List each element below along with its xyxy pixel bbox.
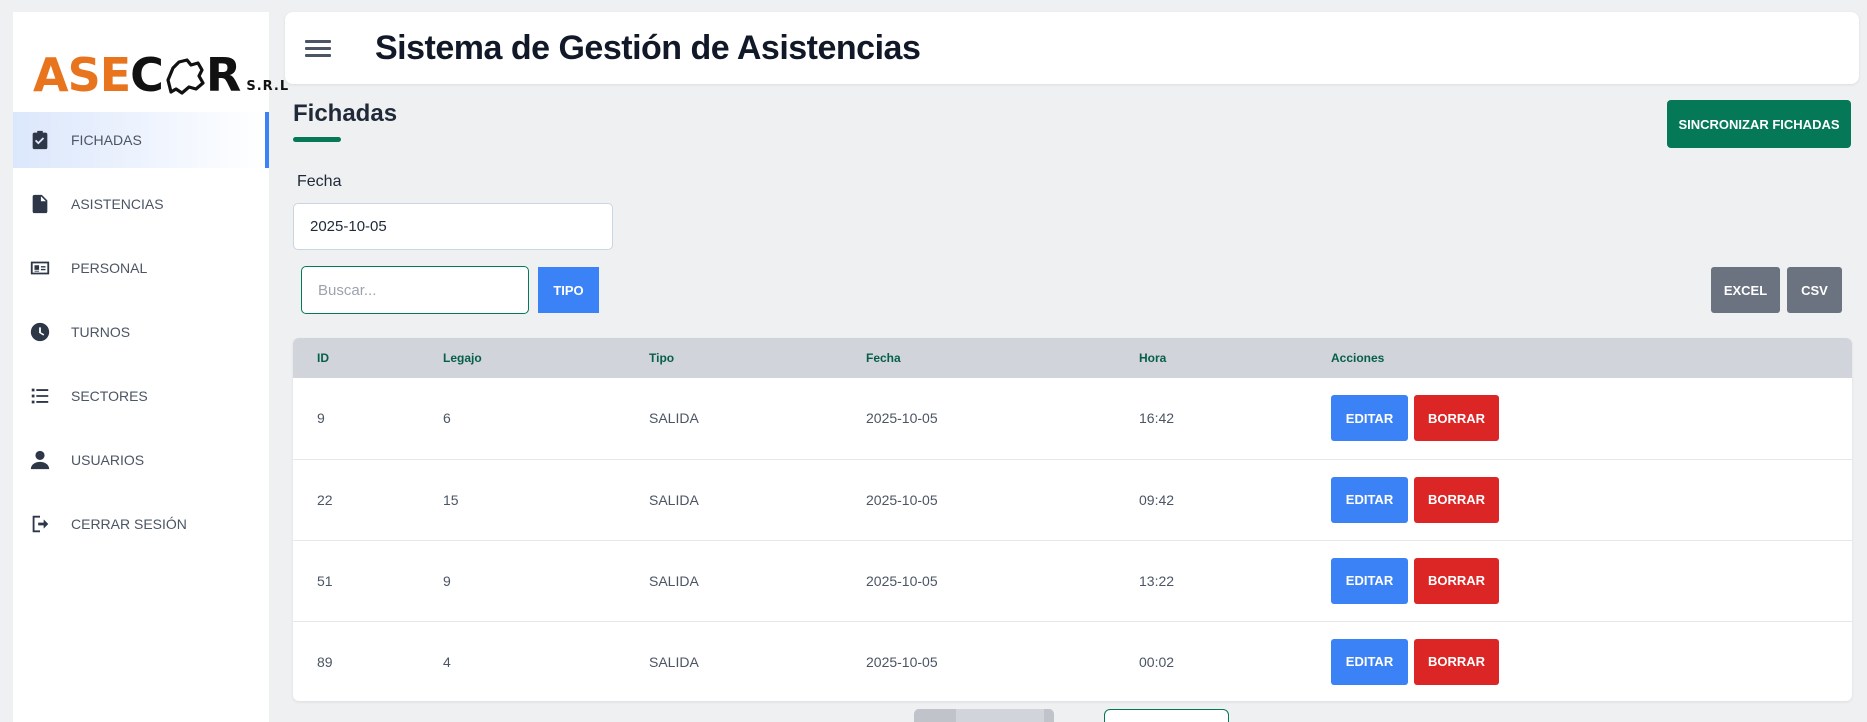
- cell-hora: 13:22: [1139, 572, 1175, 589]
- sidebar-item-label: CERRAR SESIÓN: [71, 516, 187, 532]
- table-row: 89 4 SALIDA 2025-10-05 00:02 EDITAR BORRA…: [293, 621, 1852, 701]
- cell-hora: 16:42: [1139, 410, 1175, 427]
- column-header-acciones: Acciones: [1331, 351, 1385, 365]
- clipboard-check-icon: [29, 129, 51, 151]
- table-row: 9 6 SALIDA 2025-10-05 16:42 EDITAR BORRAR: [293, 378, 1852, 459]
- file-icon: [29, 193, 51, 215]
- sidebar-item-label: ASISTENCIAS: [71, 196, 164, 212]
- column-header-tipo: Tipo: [649, 351, 675, 365]
- map-outline-icon: [166, 58, 205, 95]
- sidebar-item-personal[interactable]: PERSONAL: [13, 240, 269, 296]
- cell-id: 22: [317, 491, 333, 508]
- column-header-fecha: Fecha: [866, 351, 901, 365]
- company-logo: ASE C R S.R.L: [33, 38, 289, 98]
- tipo-filter-button[interactable]: TIPO: [538, 267, 599, 313]
- top-header: Sistema de Gestión de Asistencias: [285, 12, 1859, 84]
- sidebar-item-label: SECTORES: [71, 388, 148, 404]
- cell-acciones: EDITAR BORRAR: [1331, 621, 1852, 701]
- rows-per-page-select[interactable]: [1104, 709, 1229, 722]
- sidebar-item-label: PERSONAL: [71, 260, 148, 276]
- title-underline: [293, 137, 341, 142]
- cell-acciones: EDITAR BORRAR: [1331, 540, 1852, 621]
- cell-id: 9: [317, 410, 325, 427]
- cell-hora: 09:42: [1139, 491, 1175, 508]
- column-header-id: ID: [317, 351, 329, 365]
- fecha-date-input[interactable]: [293, 203, 613, 250]
- clock-icon: [29, 321, 51, 343]
- cell-legajo: 4: [443, 653, 451, 670]
- pagination-control[interactable]: [914, 709, 1054, 722]
- export-excel-button[interactable]: EXCEL: [1711, 267, 1780, 313]
- sidebar-item-label: TURNOS: [71, 324, 131, 340]
- delete-button[interactable]: BORRAR: [1414, 395, 1499, 442]
- app-title: Sistema de Gestión de Asistencias: [375, 28, 921, 67]
- sidebar-item-asistencias[interactable]: ASISTENCIAS: [13, 176, 269, 232]
- cell-fecha: 2025-10-05: [866, 572, 938, 589]
- cell-legajo: 6: [443, 410, 451, 427]
- cell-id: 89: [317, 653, 333, 670]
- cell-tipo: SALIDA: [649, 410, 699, 427]
- search-input[interactable]: [301, 266, 529, 314]
- fichadas-table: ID Legajo Tipo Fecha Hora Acciones 9 6 S…: [293, 338, 1852, 701]
- sidebar-item-label: FICHADAS: [71, 132, 142, 148]
- cell-fecha: 2025-10-05: [866, 653, 938, 670]
- sidebar-item-fichadas[interactable]: FICHADAS: [13, 112, 269, 168]
- cell-fecha: 2025-10-05: [866, 491, 938, 508]
- edit-button[interactable]: EDITAR: [1331, 476, 1408, 523]
- sidebar-item-label: USUARIOS: [71, 452, 145, 468]
- logo-text-c: C: [130, 48, 164, 102]
- sidebar-item-cerrar-sesion[interactable]: CERRAR SESIÓN: [13, 496, 269, 552]
- pagination-next-button[interactable]: [1044, 709, 1054, 722]
- cell-tipo: SALIDA: [649, 653, 699, 670]
- cell-acciones: EDITAR BORRAR: [1331, 378, 1852, 459]
- sidebar-item-usuarios[interactable]: USUARIOS: [13, 432, 269, 488]
- pagination-prev-button[interactable]: [914, 709, 956, 722]
- column-header-legajo: Legajo: [443, 351, 482, 365]
- sidebar: ASE C R S.R.L FICHADAS ASISTENCIAS PERSO…: [13, 12, 288, 722]
- edit-button[interactable]: EDITAR: [1331, 395, 1408, 442]
- cell-legajo: 9: [443, 572, 451, 589]
- logout-icon: [29, 513, 51, 535]
- sync-fichadas-button[interactable]: SINCRONIZAR FICHADAS: [1667, 100, 1851, 148]
- table-header-row: ID Legajo Tipo Fecha Hora Acciones: [293, 338, 1852, 378]
- delete-button[interactable]: BORRAR: [1414, 557, 1499, 604]
- table-row: 22 15 SALIDA 2025-10-05 09:42 EDITAR BORR…: [293, 459, 1852, 540]
- list-icon: [29, 385, 51, 407]
- column-header-hora: Hora: [1139, 351, 1167, 365]
- cell-id: 51: [317, 572, 333, 589]
- page-title: Fichadas: [293, 100, 398, 127]
- edit-button[interactable]: EDITAR: [1331, 557, 1408, 604]
- fecha-label: Fecha: [297, 173, 342, 190]
- export-csv-button[interactable]: CSV: [1787, 267, 1842, 313]
- sidebar-nav: FICHADAS ASISTENCIAS PERSONAL TURNOS SEC…: [13, 112, 269, 560]
- cell-tipo: SALIDA: [649, 572, 699, 589]
- cell-tipo: SALIDA: [649, 491, 699, 508]
- table-row: 51 9 SALIDA 2025-10-05 13:22 EDITAR BORRA…: [293, 540, 1852, 621]
- cell-acciones: EDITAR BORRAR: [1331, 459, 1852, 540]
- hamburger-menu-icon[interactable]: [305, 36, 331, 61]
- cell-fecha: 2025-10-05: [866, 410, 938, 427]
- sidebar-item-sectores[interactable]: SECTORES: [13, 368, 269, 424]
- sidebar-item-turnos[interactable]: TURNOS: [13, 304, 269, 360]
- user-icon: [29, 449, 51, 471]
- cell-legajo: 15: [443, 491, 459, 508]
- logo-text-ase: ASE: [33, 48, 131, 102]
- edit-button[interactable]: EDITAR: [1331, 638, 1408, 685]
- logo-text-srl: S.R.L: [246, 79, 290, 94]
- cell-hora: 00:02: [1139, 653, 1175, 670]
- logo-text-r: R: [205, 48, 242, 102]
- id-card-icon: [29, 257, 51, 279]
- delete-button[interactable]: BORRAR: [1414, 638, 1499, 685]
- delete-button[interactable]: BORRAR: [1414, 476, 1499, 523]
